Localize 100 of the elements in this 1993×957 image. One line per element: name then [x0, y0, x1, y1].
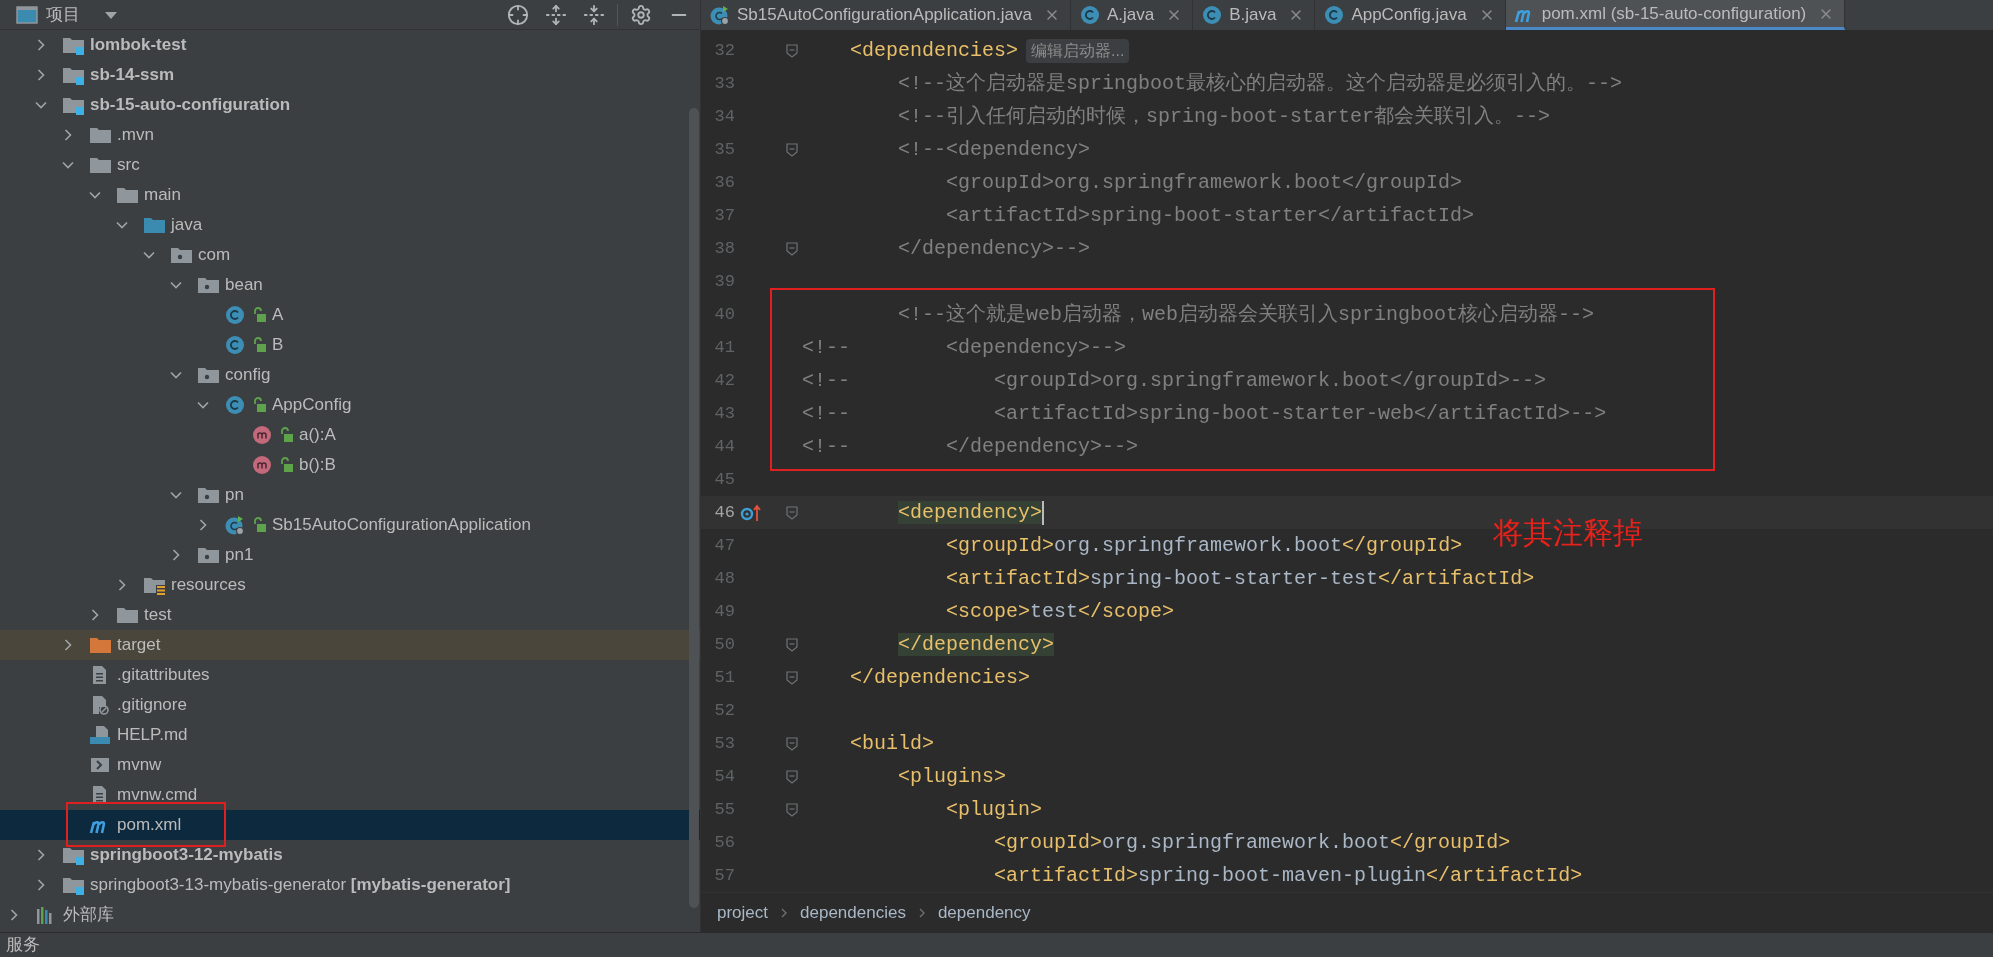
tab-label[interactable]: A.java: [1106, 2, 1155, 28]
folder-icon: [143, 215, 165, 235]
editor-tab[interactable]: Sb15AutoConfigurationApplication.java: [701, 0, 1071, 30]
lock-icon: [252, 397, 266, 413]
lock-icon: [252, 517, 266, 533]
lock-icon: [252, 307, 266, 323]
code-text: </dependency>: [897, 631, 1055, 658]
editor-tab[interactable]: pom.xml (sb-15-auto-configuration): [1505, 0, 1846, 30]
tree-item-label[interactable]: java: [171, 212, 203, 238]
class-icon: [1078, 5, 1101, 25]
tree-item-label[interactable]: lombok-test: [90, 32, 187, 58]
tree-item-label[interactable]: pom.xml: [117, 812, 182, 838]
tree-item-label[interactable]: springboot3-13-mybatis-generator [mybatis-generator]: [90, 872, 511, 898]
code-text: <!--<dependency>: [897, 136, 1091, 163]
breadcrumb[interactable]: dependencies: [800, 899, 906, 926]
tree-item-label[interactable]: pn: [225, 482, 244, 508]
override-marker-icon[interactable]: [740, 503, 762, 522]
line-number: 41: [713, 336, 735, 359]
tree-item-label[interactable]: AppConfig: [272, 392, 352, 418]
tree-item-label[interactable]: mvnw: [117, 752, 162, 778]
tree-item-label[interactable]: pn1: [225, 542, 254, 568]
inlay-hint[interactable]: 编辑启动器...: [1026, 38, 1130, 63]
fold-marker-icon[interactable]: [786, 142, 798, 157]
tree-item-label[interactable]: B: [272, 332, 284, 358]
method-icon: [251, 455, 273, 475]
selected-row[interactable]: pom.xml: [0, 810, 700, 840]
spring-class-icon: [224, 515, 246, 535]
tab-label[interactable]: AppConfig.java: [1351, 2, 1467, 28]
fold-marker-icon[interactable]: [786, 769, 798, 784]
line-number: 35: [713, 138, 735, 161]
breadcrumb[interactable]: dependency: [937, 899, 1031, 926]
editor-tab[interactable]: AppConfig.java: [1315, 0, 1506, 30]
tree-item-label[interactable]: test: [144, 602, 172, 628]
line-number: 56: [713, 831, 735, 854]
tree-item-label[interactable]: springboot3-12-mybatis: [90, 842, 283, 868]
code-text: <scope>test</scope>: [945, 598, 1175, 625]
editor-tab[interactable]: A.java: [1070, 0, 1194, 30]
services-label[interactable]: 服务: [6, 932, 40, 957]
code-text: <!-- </dependency>-->: [802, 433, 1139, 460]
tree-item-label[interactable]: src: [117, 152, 140, 178]
collapse-all-icon[interactable]: [583, 3, 605, 26]
tree-item-label[interactable]: target: [117, 632, 161, 658]
panel-title[interactable]: 项目: [46, 1, 80, 28]
fold-marker-icon[interactable]: [786, 241, 798, 256]
fold-marker-icon[interactable]: [786, 505, 798, 520]
code-text: <!-- <artifactId>spring-boot-starter-web</artifactId>-->: [802, 400, 1607, 427]
tree-item-label[interactable]: b():B: [299, 452, 336, 478]
tree-item-label[interactable]: .gitattributes: [117, 662, 210, 688]
editor-tab[interactable]: B.java: [1193, 0, 1316, 30]
tree-item-label[interactable]: main: [144, 182, 181, 208]
tab-label[interactable]: pom.xml (sb-15-auto-configuration): [1541, 0, 1807, 27]
fold-marker-icon[interactable]: [786, 670, 798, 685]
tree-item-label[interactable]: resources: [171, 572, 246, 598]
tree-item-label[interactable]: a():A: [299, 422, 336, 448]
fold-marker-icon[interactable]: [786, 637, 798, 652]
fold-marker-icon[interactable]: [786, 43, 798, 58]
code-text: <!--引入任何启动的时候，spring-boot-starter都会关联引入。-->: [897, 103, 1551, 130]
fold-marker-icon[interactable]: [786, 736, 798, 751]
line-number: 46: [713, 501, 735, 524]
tab-label[interactable]: B.java: [1229, 2, 1277, 28]
package-folder-icon: [197, 365, 219, 385]
package-folder-icon: [170, 245, 192, 265]
excluded-row[interactable]: target: [0, 630, 700, 660]
line-number: 40: [713, 303, 735, 326]
tree-item-label[interactable]: 外部库: [63, 902, 114, 928]
tree-item-label[interactable]: A: [272, 302, 284, 328]
scrollbar[interactable]: [689, 108, 699, 908]
folder-icon: [89, 125, 111, 145]
dropdown-caret-icon[interactable]: [104, 9, 118, 20]
settings-icon[interactable]: [630, 3, 652, 26]
code-text: <plugins>: [897, 763, 1007, 790]
tree-item-label[interactable]: HELP.md: [117, 722, 188, 748]
class-icon: [1201, 5, 1224, 25]
tab-label[interactable]: Sb15AutoConfigurationApplication.java: [737, 2, 1032, 28]
breadcrumb[interactable]: project: [717, 899, 769, 926]
fold-marker-icon[interactable]: [786, 802, 798, 817]
tree-item-label[interactable]: .gitignore: [117, 692, 187, 718]
lock-icon: [252, 337, 266, 353]
line-number: 49: [713, 600, 735, 623]
line-number: 33: [713, 72, 735, 95]
class-icon: [224, 395, 246, 415]
tree-item-label[interactable]: mvnw.cmd: [117, 782, 198, 808]
tree-item-label[interactable]: sb-15-auto-configuration: [90, 92, 291, 118]
locate-icon[interactable]: [507, 3, 529, 26]
code-text: <artifactId>spring-boot-maven-plugin</artifactId>: [993, 862, 1583, 889]
line-number: 52: [713, 699, 735, 722]
tree-item-label[interactable]: config: [225, 362, 271, 388]
code-text: <plugin>: [945, 796, 1043, 823]
tree-item-label[interactable]: sb-14-ssm: [90, 62, 175, 88]
tree-item-label[interactable]: com: [198, 242, 231, 268]
code-text: <groupId>org.springframework.boot</groupId>: [945, 532, 1463, 559]
chevron-right-icon: [917, 906, 926, 919]
line-number: 37: [713, 204, 735, 227]
expand-all-icon[interactable]: [545, 3, 567, 26]
tree-item-label[interactable]: .mvn: [117, 122, 154, 148]
tree-item-label[interactable]: bean: [225, 272, 263, 298]
code-text: <artifactId>spring-boot-starter</artifactId>: [945, 202, 1475, 229]
tree-item-label[interactable]: Sb15AutoConfigurationApplication: [272, 512, 531, 538]
line-number: 55: [713, 798, 735, 821]
module-folder-icon: [62, 35, 84, 55]
